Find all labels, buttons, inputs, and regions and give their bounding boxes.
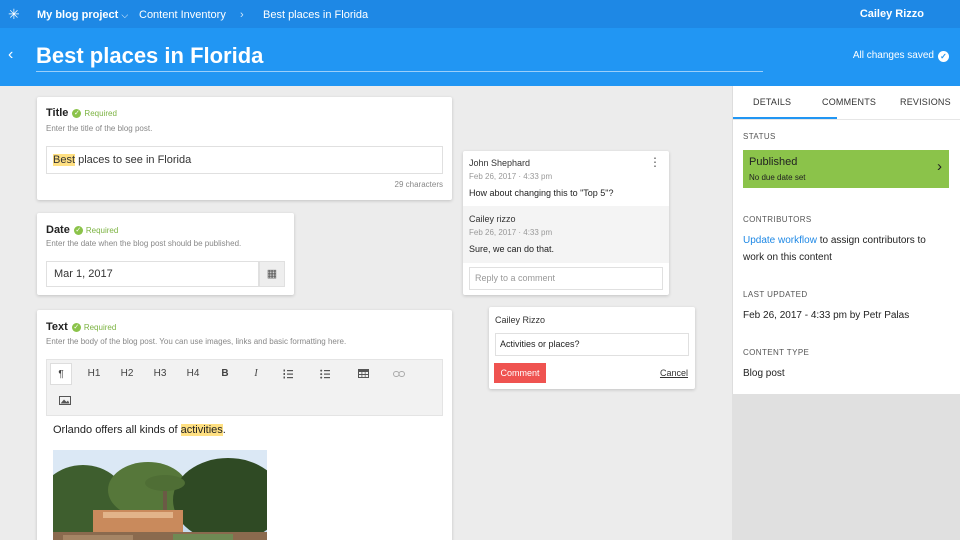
save-status-text: All changes saved	[852, 50, 934, 61]
paragraph-button[interactable]: ¶	[50, 363, 72, 385]
text-label-text: Text	[46, 321, 68, 333]
required-badge: ✓ Required	[71, 322, 117, 332]
comment-thread: John Shephard ⋮ Feb 26, 2017 · 4:33 pm H…	[463, 151, 669, 295]
bulleted-list-icon[interactable]	[314, 363, 336, 385]
project-name: My blog project	[37, 9, 119, 21]
date-hint: Enter the date when the blog post should…	[46, 239, 242, 248]
rich-text-toolbar: ¶ H1 H2 H3 H4 B I	[46, 359, 443, 416]
title-hint: Enter the title of the blog post.	[46, 124, 153, 133]
comment-author: Cailey rizzo	[469, 214, 516, 224]
chevron-right-icon: ›	[937, 158, 942, 175]
cancel-button[interactable]: Cancel	[660, 368, 688, 378]
date-element: Date ✓ Required Enter the date when the b…	[37, 213, 294, 295]
required-text: Required	[84, 108, 117, 118]
required-badge: ✓ Required	[73, 225, 119, 235]
heading-4-button[interactable]: H4	[182, 363, 204, 385]
text-hint: Enter the body of the blog post. You can…	[46, 337, 347, 346]
status-value: Published	[749, 156, 798, 168]
required-text: Required	[85, 225, 119, 235]
italic-button[interactable]: I	[245, 363, 267, 385]
tab-comments[interactable]: COMMENTS	[822, 97, 876, 107]
title-highlighted-word[interactable]: Best	[53, 154, 76, 166]
date-label: Date ✓ Required	[46, 224, 118, 236]
date-label-text: Date	[46, 224, 70, 236]
project-switcher[interactable]: My blog project ⌵	[37, 8, 128, 22]
title-label: Title ✓ Required	[46, 107, 117, 119]
body-text: Orlando offers all kinds of	[53, 424, 181, 436]
update-workflow-link[interactable]: Update workflow	[743, 235, 817, 246]
required-text: Required	[83, 322, 117, 332]
comment-date: Feb 26, 2017 · 4:33 pm	[469, 172, 553, 181]
contributors-text: Update workflow to assign contributors t…	[743, 232, 953, 266]
title-input[interactable]: Best places to see in Florida	[46, 146, 443, 174]
comment-date: Feb 26, 2017 · 4:33 pm	[469, 228, 553, 237]
comment-author: Cailey Rizzo	[495, 315, 546, 325]
more-options-icon[interactable]: ⋮	[649, 156, 661, 168]
calendar-icon[interactable]: ▦	[259, 261, 285, 287]
user-menu[interactable]: Cailey Rizzo	[860, 8, 924, 20]
title-value-rest: places to see in Florida	[75, 154, 192, 166]
body-text-end: .	[222, 424, 226, 436]
tab-revisions[interactable]: REVISIONS	[900, 97, 951, 107]
item-header: ‹ Best places in Florida All changes sav…	[0, 28, 960, 86]
status-label: STATUS	[743, 132, 776, 141]
check-icon: ✓	[71, 322, 81, 332]
title-label-text: Title	[46, 107, 69, 119]
check-icon: ✓	[72, 108, 82, 118]
due-date-text: No due date set	[749, 173, 806, 182]
last-updated-value: Feb 26, 2017 - 4:33 pm by Petr Palas	[743, 310, 910, 321]
text-element: Text ✓ Required Enter the body of the blo…	[37, 310, 452, 540]
new-comment-input[interactable]: Activities or places?	[495, 333, 689, 356]
comment-submit-button[interactable]: Comment	[494, 363, 546, 383]
check-circle-icon: ✓	[938, 50, 949, 62]
character-counter: 29 characters	[394, 180, 443, 189]
date-input[interactable]: Mar 1, 2017	[46, 261, 259, 287]
chevron-down-icon: ⌵	[121, 10, 129, 20]
heading-2-button[interactable]: H2	[116, 363, 138, 385]
text-label: Text ✓ Required	[46, 321, 116, 333]
breadcrumb-separator-icon: ›	[240, 9, 244, 21]
breadcrumb-content-inventory[interactable]: Content Inventory	[139, 8, 226, 22]
item-title[interactable]: Best places in Florida	[36, 42, 263, 70]
contributors-label: CONTRIBUTORS	[743, 215, 812, 224]
save-status: All changes saved ✓	[853, 50, 949, 62]
kontent-logo-icon[interactable]: ✳	[8, 6, 20, 22]
last-updated-label: LAST UPDATED	[743, 290, 808, 299]
content-type-value: Blog post	[743, 368, 785, 379]
commented-highlight[interactable]: activities	[180, 424, 223, 436]
required-badge: ✓ Required	[72, 108, 117, 118]
title-element: Title ✓ Required Enter the title of the b…	[37, 97, 452, 200]
tab-details[interactable]: DETAILS	[753, 97, 791, 107]
contributors-line2: work on this content	[743, 252, 832, 263]
heading-1-button[interactable]: H1	[83, 363, 105, 385]
breadcrumb-current: Best places in Florida	[263, 9, 369, 21]
reply-input[interactable]: Reply to a comment	[469, 267, 663, 290]
numbered-list-icon[interactable]	[277, 363, 299, 385]
link-icon[interactable]	[388, 363, 410, 385]
back-arrow-icon[interactable]: ‹	[8, 46, 13, 64]
content-type-label: CONTENT TYPE	[743, 348, 810, 357]
table-icon[interactable]	[352, 363, 374, 385]
tabs-divider	[733, 119, 960, 120]
rich-text-body[interactable]: Orlando offers all kinds of activities.	[53, 424, 226, 436]
image-icon[interactable]	[54, 390, 76, 412]
workflow-status-button[interactable]: Published No due date set ›	[743, 150, 949, 188]
comment-reply: Cailey rizzo Feb 26, 2017 · 4:33 pm Sure…	[463, 206, 669, 263]
heading-3-button[interactable]: H3	[149, 363, 171, 385]
new-comment-box: Cailey Rizzo Activities or places? Comme…	[489, 307, 695, 389]
top-bar: ✳ My blog project ⌵ Content Inventory › …	[0, 0, 960, 28]
check-icon: ✓	[73, 225, 83, 235]
comment-author: John Shephard	[469, 158, 531, 168]
comment-text: Sure, we can do that.	[469, 244, 555, 254]
comment-text: How about changing this to "Top 5"?	[469, 188, 614, 198]
resort-photo-image[interactable]	[53, 450, 267, 540]
contributors-rest: to assign contributors to	[816, 235, 926, 246]
bold-button[interactable]: B	[214, 363, 236, 385]
title-underline	[36, 71, 763, 72]
